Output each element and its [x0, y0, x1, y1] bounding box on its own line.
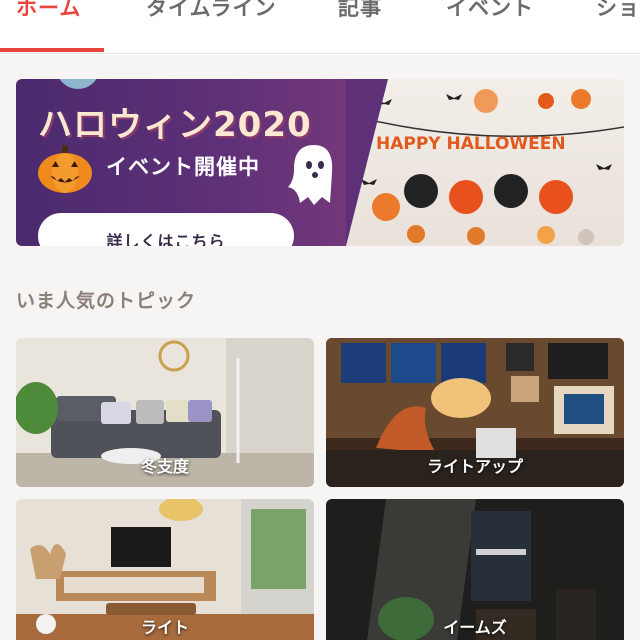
topic-label: ライト — [140, 618, 189, 637]
banner-title: ハロウィン2020 — [38, 105, 312, 145]
popular-topics-heading: いま人気のトピック — [16, 290, 197, 312]
ghost-icon — [282, 139, 340, 215]
topic-card-light[interactable]: ライト — [16, 499, 314, 640]
tab-shop[interactable]: ショ — [596, 0, 640, 32]
halloween-event-banner[interactable]: HAPPY HALLOWEEN ハロウィン2020 イベント開催中 詳しくはこち… — [16, 79, 624, 246]
tab-home[interactable]: ホーム — [16, 0, 81, 32]
pumpkin-icon — [36, 143, 94, 199]
event-details-button[interactable]: 詳しくはこちら — [38, 213, 294, 246]
topic-label: ライトアップ — [426, 457, 523, 476]
tab-timeline[interactable]: タイムライン — [146, 0, 277, 32]
halloween-decor-photo: HAPPY HALLOWEEN — [361, 89, 624, 245]
topic-card-eames[interactable]: イームズ — [326, 499, 624, 640]
top-tab-bar: ホーム タイムライン 記事 イベント ショ — [0, 0, 640, 54]
banner-subtitle: イベント開催中 — [106, 155, 260, 179]
topic-label: 冬支度 — [140, 457, 189, 476]
topic-label: イームズ — [443, 618, 507, 637]
topic-card-winter-prep[interactable]: 冬支度 — [16, 338, 314, 487]
topic-card-lightup[interactable]: ライトアップ — [326, 338, 624, 487]
tab-articles[interactable]: 記事 — [338, 0, 382, 32]
main-content: HAPPY HALLOWEEN ハロウィン2020 イベント開催中 詳しくはこち… — [0, 55, 640, 640]
banner-photo: HAPPY HALLOWEEN — [346, 79, 624, 246]
garland-text: HAPPY HALLOWEEN — [376, 134, 566, 154]
active-tab-indicator — [0, 48, 104, 52]
tab-events[interactable]: イベント — [446, 0, 534, 32]
